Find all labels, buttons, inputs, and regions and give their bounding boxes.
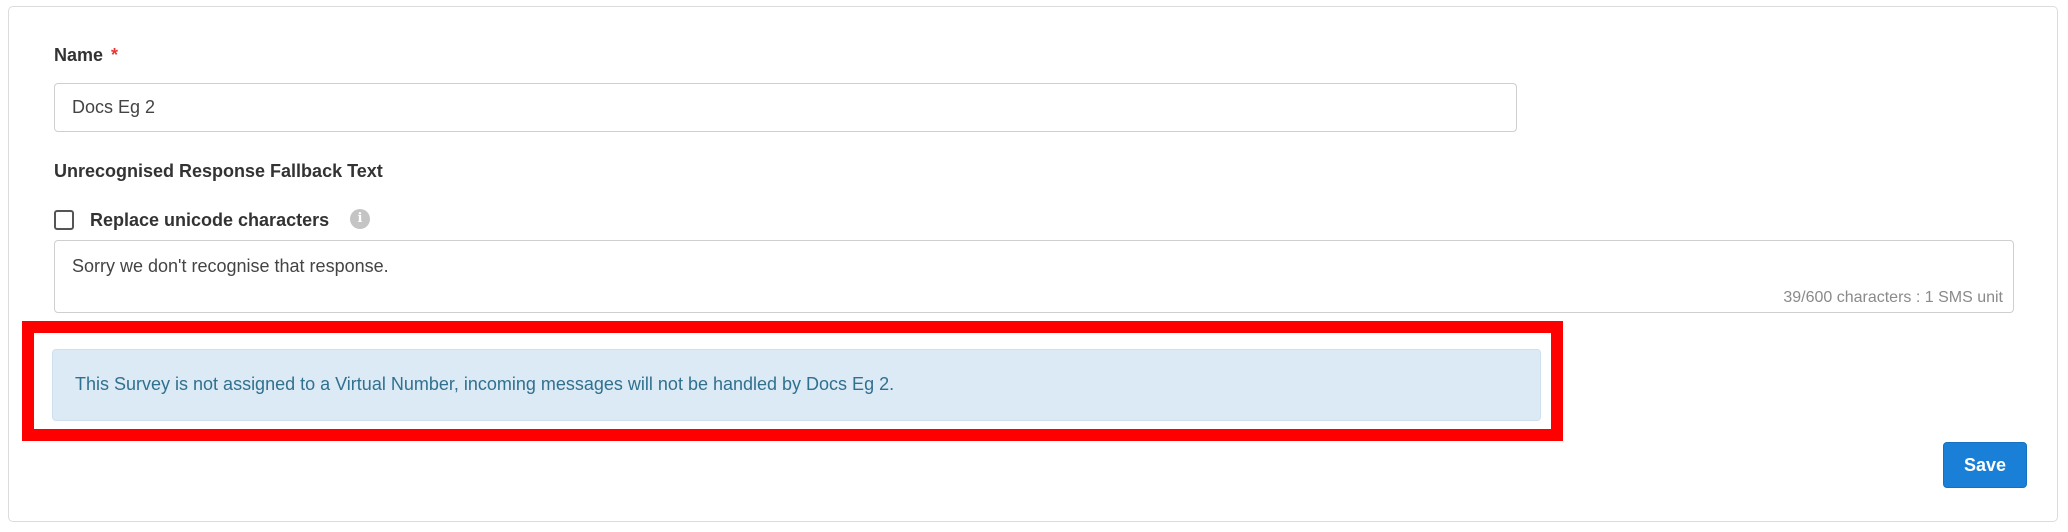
virtual-number-alert: This Survey is not assigned to a Virtual… — [52, 349, 1541, 421]
name-input[interactable] — [54, 83, 1517, 132]
save-button[interactable]: Save — [1943, 442, 2027, 488]
character-count: 39/600 characters : 1 SMS unit — [1783, 289, 2003, 306]
alert-message: This Survey is not assigned to a Virtual… — [75, 374, 895, 394]
fallback-text-label: Unrecognised Response Fallback Text — [54, 161, 383, 181]
name-label-text: Name — [54, 45, 104, 65]
replace-unicode-label[interactable]: Replace unicode characters — [90, 210, 329, 231]
name-label: Name * — [54, 45, 118, 66]
info-icon[interactable]: i — [350, 209, 370, 229]
fallback-text-area[interactable]: Sorry we don't recognise that response. … — [54, 240, 2014, 313]
fallback-text-value: Sorry we don't recognise that response. — [72, 256, 389, 276]
replace-unicode-checkbox[interactable] — [54, 210, 74, 230]
required-marker: * — [111, 45, 119, 65]
